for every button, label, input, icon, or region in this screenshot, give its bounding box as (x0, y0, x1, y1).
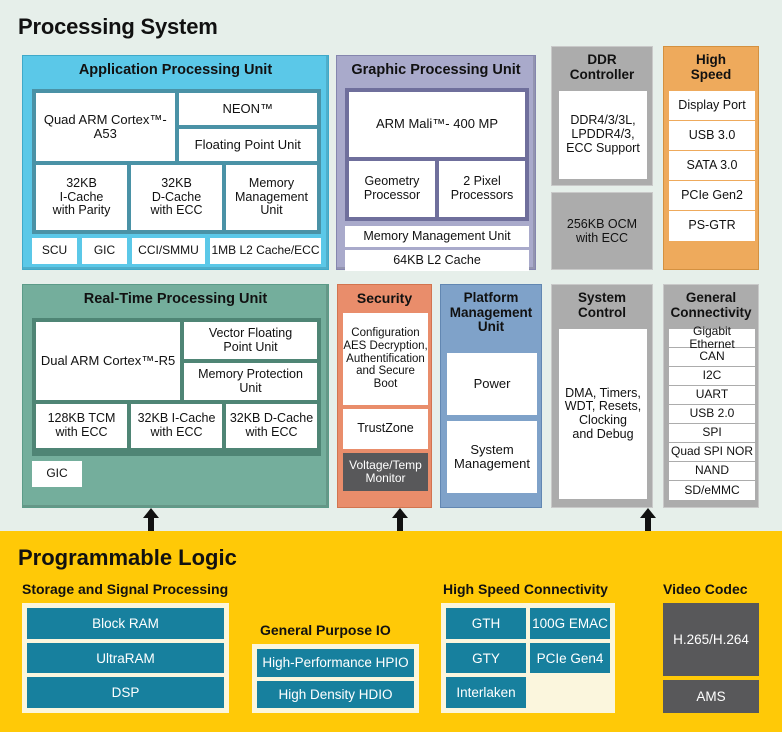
gpu-core-frame: ARM Mali™- 400 MP Geometry Processor 2 P… (345, 88, 529, 221)
block-general-connectivity[interactable]: General Connectivity Gigabit Ethernet CA… (663, 284, 759, 508)
apu-dcache-cell: 32KB D-Cache with ECC (131, 165, 222, 230)
list-item[interactable]: Display Port (669, 91, 755, 121)
rpu-tcm-cell: 128KB TCM with ECC (36, 404, 127, 448)
gpu-pixel-cell: 2 Pixel Processors (439, 161, 525, 217)
programmable-logic-title: Programmable Logic (18, 545, 237, 570)
system-control-detail-cell: DMA, Timers, WDT, Resets, Clocking and D… (559, 329, 647, 499)
gpu-l2cache-cell: 64KB L2 Cache (345, 250, 529, 271)
apu-core-frame: Quad ARM Cortex™-A53 NEON™ Floating Poin… (32, 89, 321, 234)
rpu-dcache-cell: 32KB D-Cache with ECC (226, 404, 317, 448)
general-purpose-io-header: General Purpose IO (260, 622, 391, 638)
list-item[interactable]: USB 3.0 (669, 121, 755, 151)
list-item[interactable]: I2C (669, 367, 755, 386)
block-application-processing-unit[interactable]: Application Processing Unit Quad ARM Cor… (22, 55, 329, 270)
pl-item-h265-h264[interactable]: H.265/H.264 (663, 603, 759, 676)
list-item[interactable]: SATA 3.0 (669, 151, 755, 181)
apu-l2cache-cell: 1MB L2 Cache/ECC (210, 238, 321, 264)
list-item[interactable]: SD/eMMC (669, 481, 755, 500)
general-purpose-io-panel: High-Performance HPIO High Density HDIO (252, 644, 419, 713)
pl-item-hdio[interactable]: High Density HDIO (257, 680, 414, 708)
gpu-mmu-cell: Memory Management Unit (345, 226, 529, 247)
block-security[interactable]: Security Configuration AES Decryption, A… (337, 284, 432, 508)
high-speed-connectivity-header: High Speed Connectivity (443, 581, 608, 597)
general-connectivity-list: Gigabit Ethernet CAN I2C UART USB 2.0 SP… (669, 324, 755, 500)
apu-core-cell: Quad ARM Cortex™-A53 (36, 93, 175, 161)
high-speed-list: Display Port USB 3.0 SATA 3.0 PCIe Gen2 … (669, 91, 755, 241)
rpu-header: Real-Time Processing Unit (83, 291, 268, 307)
apu-ccismmu-cell: CCI/SMMU (132, 238, 205, 264)
block-high-speed[interactable]: High Speed Display Port USB 3.0 SATA 3.0… (663, 46, 759, 270)
apu-gic-cell: GIC (82, 238, 127, 264)
processing-system-title: Processing System (18, 14, 218, 39)
gpu-mali-cell: ARM Mali™- 400 MP (349, 92, 525, 157)
list-item[interactable]: USB 2.0 (669, 405, 755, 424)
security-voltage-temp-monitor-cell: Voltage/Temp Monitor (343, 453, 428, 491)
pmu-header: Platform Management Unit (449, 290, 533, 335)
rpu-icache-cell: 32KB I-Cache with ECC (131, 404, 222, 448)
ddr-header: DDR Controller (569, 52, 635, 82)
storage-signal-processing-panel: Block RAM UltraRAM DSP (22, 603, 229, 713)
block-ddr-controller[interactable]: DDR Controller DDR4/3/3L, LPDDR4/3, ECC … (551, 46, 653, 186)
gpu-header: Graphic Processing Unit (351, 62, 521, 78)
apu-neon-cell: NEON™ (178, 93, 317, 125)
list-item[interactable]: Quad SPI NOR (669, 443, 755, 462)
ddr-detail-cell: DDR4/3/3L, LPDDR4/3, ECC Support (559, 91, 647, 179)
apu-bottom-row: SCU GIC CCI/SMMU 1MB L2 Cache/ECC (32, 238, 321, 264)
apu-fpu-cell: Floating Point Unit (178, 129, 317, 161)
system-control-header: System Control (577, 290, 627, 320)
list-item[interactable]: PCIe Gen2 (669, 181, 755, 211)
security-header: Security (356, 290, 413, 306)
rpu-vfpu-cell: Vector Floating Point Unit (184, 322, 317, 359)
block-ocm[interactable]: 256KB OCM with ECC (551, 192, 653, 270)
pl-item-gth[interactable]: GTH (446, 608, 526, 639)
apu-header: Application Processing Unit (78, 62, 273, 78)
rpu-core-cell: Dual ARM Cortex™-R5 (36, 322, 181, 400)
block-system-control[interactable]: System Control DMA, Timers, WDT, Resets,… (551, 284, 653, 508)
pl-item-dsp[interactable]: DSP (27, 677, 224, 709)
storage-signal-processing-header: Storage and Signal Processing (22, 581, 229, 597)
general-connectivity-header: General Connectivity (670, 290, 752, 320)
pmu-system-management-cell: System Management (447, 421, 537, 493)
block-graphic-processing-unit[interactable]: Graphic Processing Unit ARM Mali™- 400 M… (336, 55, 536, 271)
high-speed-header: High Speed (690, 52, 732, 82)
rpu-gic-cell: GIC (32, 461, 82, 487)
apu-scu-cell: SCU (32, 238, 77, 264)
pl-item-hpio[interactable]: High-Performance HPIO (257, 649, 414, 677)
high-speed-connectivity-panel: GTH GTY Interlaken 100G EMAC PCIe Gen4 (441, 603, 615, 713)
list-item[interactable]: UART (669, 386, 755, 405)
list-item[interactable]: SPI (669, 424, 755, 443)
pl-item-ams[interactable]: AMS (663, 679, 759, 713)
block-platform-management-unit[interactable]: Platform Management Unit Power System Ma… (440, 284, 542, 508)
list-item[interactable]: Gigabit Ethernet (669, 324, 755, 351)
pmu-power-cell: Power (447, 353, 537, 415)
pl-item-pcie-gen4[interactable]: PCIe Gen4 (530, 642, 610, 674)
apu-icache-cell: 32KB I-Cache with Parity (36, 165, 127, 230)
pl-item-ultraram[interactable]: UltraRAM (27, 642, 224, 674)
list-item[interactable]: PS-GTR (669, 211, 755, 241)
pl-item-interlaken[interactable]: Interlaken (446, 677, 526, 709)
block-real-time-processing-unit[interactable]: Real-Time Processing Unit Dual ARM Corte… (22, 284, 329, 508)
programmable-logic-region: Programmable Logic Storage and Signal Pr… (0, 531, 782, 732)
apu-mmu-cell: Memory Management Unit (226, 165, 317, 230)
security-config-cell: Configuration AES Decryption, Authentifi… (343, 313, 428, 405)
video-codec-panel: H.265/H.264 AMS (663, 603, 759, 713)
pl-item-100g-emac[interactable]: 100G EMAC (530, 608, 610, 639)
pl-item-block-ram[interactable]: Block RAM (27, 608, 224, 639)
list-item[interactable]: NAND (669, 462, 755, 481)
security-trustzone-cell: TrustZone (343, 409, 428, 449)
video-codec-header: Video Codec (663, 581, 748, 597)
processing-system-region: Processing System Application Processing… (0, 0, 782, 531)
rpu-core-frame: Dual ARM Cortex™-R5 Vector Floating Poin… (32, 318, 321, 456)
gpu-geometry-cell: Geometry Processor (349, 161, 435, 217)
pl-item-gty[interactable]: GTY (446, 642, 526, 674)
pl-empty-slot (530, 677, 610, 708)
rpu-mpu-cell: Memory Protection Unit (184, 363, 317, 400)
